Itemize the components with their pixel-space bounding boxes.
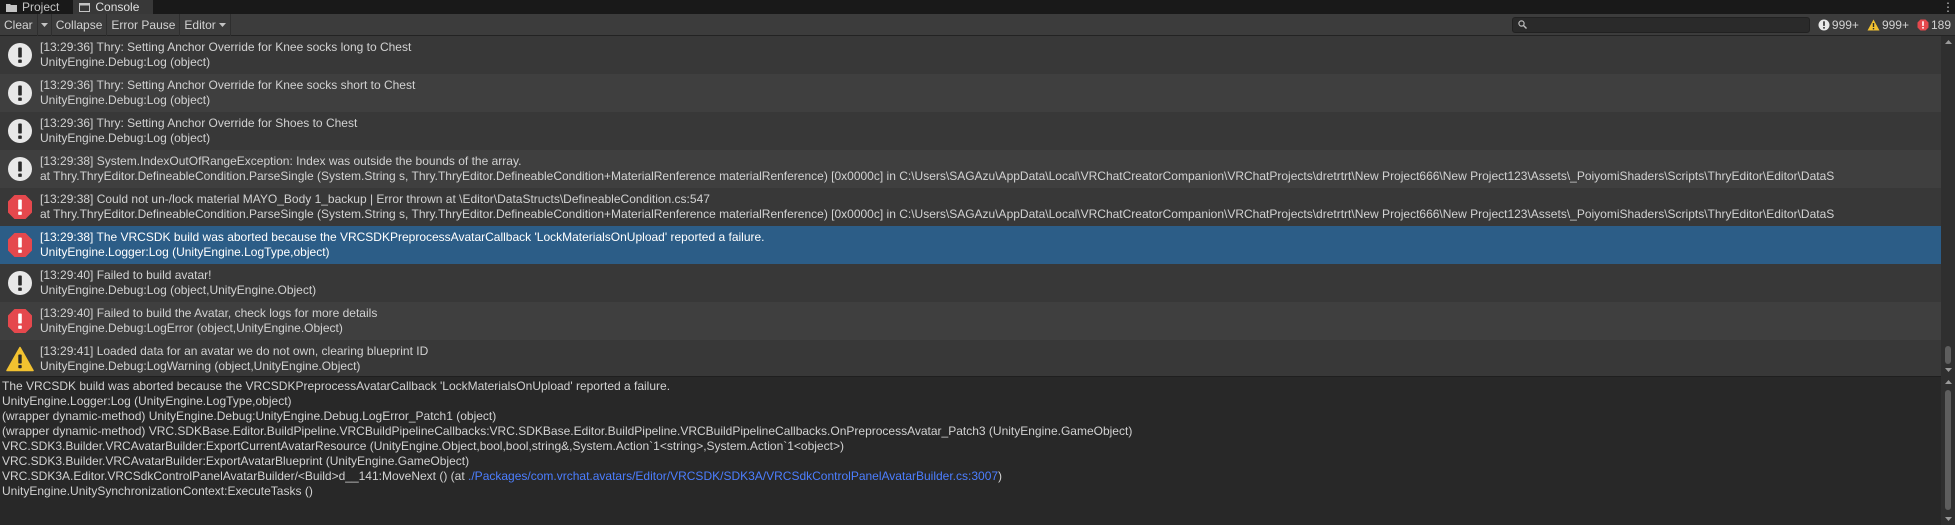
warning-count: 999+ [1881, 17, 1909, 32]
stack-trace-pane: The VRCSDK build was aborted because the… [0, 377, 1941, 525]
log-entry-type-icon [0, 308, 40, 334]
info-icon [8, 81, 32, 105]
trace-line-suffix: ) [998, 469, 1003, 483]
editor-dropdown[interactable]: Editor [180, 13, 231, 36]
info-icon [8, 271, 32, 295]
error-icon [1917, 19, 1929, 30]
log-entry[interactable]: [13:29:40] Failed to build avatar! UnityE… [0, 264, 1941, 302]
stack-trace-scrollbar[interactable] [1941, 376, 1955, 525]
log-entry-source: UnityEngine.Debug:Log (object) [40, 131, 211, 145]
folder-icon [6, 3, 17, 12]
info-icon [8, 157, 32, 181]
log-entry-source: at Thry.ThryEditor.DefineableCondition.P… [40, 169, 1835, 183]
trace-line: (wrapper dynamic-method) VRC.SDKBase.Edi… [2, 424, 1133, 438]
log-entry[interactable]: [13:29:36] Thry: Setting Anchor Override… [0, 112, 1941, 150]
search-icon [1518, 20, 1527, 29]
trace-line: VRC.SDK3.Builder.VRCAvatarBuilder:Export… [2, 439, 844, 453]
trace-line: The VRCSDK build was aborted because the… [2, 379, 671, 393]
info-icon [8, 43, 32, 67]
log-entry-type-icon [0, 156, 40, 182]
scroll-up-icon[interactable] [1941, 36, 1955, 48]
collapse-button[interactable]: Collapse [52, 13, 108, 36]
more-options-icon[interactable]: ⋮ [1941, 0, 1955, 14]
log-entry-type-icon [0, 194, 40, 220]
log-entry[interactable]: [13:29:36] Thry: Setting Anchor Override… [0, 74, 1941, 112]
log-entry-message: [13:29:38] The VRCSDK build was aborted … [40, 230, 765, 244]
log-entry-type-icon [0, 118, 40, 144]
log-entry[interactable]: [13:29:36] Thry: Setting Anchor Override… [0, 36, 1941, 74]
scrollbar-thumb[interactable] [1945, 390, 1951, 510]
search-input[interactable] [1529, 18, 1809, 31]
scroll-up-icon[interactable] [1941, 376, 1955, 388]
log-entry-type-icon [0, 42, 40, 68]
clear-options-dropdown[interactable] [38, 13, 52, 36]
log-entry-message: [13:29:41] Loaded data for an avatar we … [40, 344, 429, 358]
search-field[interactable] [1511, 16, 1810, 33]
log-entry-message: [13:29:40] Failed to build avatar! [40, 268, 212, 282]
error-count-toggle[interactable]: 189 [1913, 14, 1955, 36]
info-count-toggle[interactable]: 999+ [1814, 14, 1863, 36]
log-entry-message: [13:29:38] Could not un-/lock material M… [40, 192, 710, 206]
info-icon [1818, 19, 1830, 30]
trace-line: UnityEngine.Logger:Log (UnityEngine.LogT… [2, 394, 292, 408]
log-entry-source: UnityEngine.Debug:LogWarning (object,Uni… [40, 359, 361, 373]
scroll-down-icon[interactable] [1941, 513, 1955, 525]
error-count: 189 [1930, 17, 1951, 32]
log-entry-message: [13:29:40] Failed to build the Avatar, c… [40, 306, 378, 320]
trace-line: (wrapper dynamic-method) UnityEngine.Deb… [2, 409, 497, 423]
warning-icon [6, 346, 34, 372]
log-entry-source: UnityEngine.Logger:Log (UnityEngine.LogT… [40, 245, 330, 259]
warning-icon [1867, 19, 1880, 30]
log-entry-type-icon [0, 270, 40, 296]
log-entry-source: UnityEngine.Debug:Log (object) [40, 55, 211, 69]
error-icon [8, 309, 32, 333]
editor-dropdown-label: Editor [184, 17, 216, 32]
chevron-down-icon [40, 22, 48, 27]
info-icon [8, 119, 32, 143]
trace-line-with-link: VRC.SDK3A.Editor.VRCSdkControlPanelAvata… [2, 469, 1941, 484]
log-entry-type-icon [0, 346, 40, 372]
log-entry-message: [13:29:36] Thry: Setting Anchor Override… [40, 40, 412, 54]
log-entry-source: UnityEngine.Debug:Log (object) [40, 93, 211, 107]
log-entry[interactable]: [13:29:38] The VRCSDK build was aborted … [0, 226, 1941, 264]
error-icon [8, 195, 32, 219]
chevron-down-icon [218, 22, 226, 27]
trace-line-prefix: VRC.SDK3A.Editor.VRCSdkControlPanelAvata… [2, 469, 469, 483]
log-entry-message: [13:29:36] Thry: Setting Anchor Override… [40, 116, 358, 130]
tab-console[interactable]: Console [73, 0, 154, 14]
source-file-link[interactable]: ./Packages/com.vrchat.avatars/Editor/VRC… [468, 469, 998, 483]
log-entry-message: [13:29:36] Thry: Setting Anchor Override… [40, 78, 416, 92]
error-icon [8, 233, 32, 257]
console-icon [79, 2, 91, 12]
tab-strip: Project Console ⋮ [0, 0, 1955, 14]
log-list-scrollbar[interactable] [1941, 36, 1955, 376]
clear-button[interactable]: Clear [0, 13, 38, 36]
tab-console-label: Console [95, 0, 140, 14]
trace-line: VRC.SDK3.Builder.VRCAvatarBuilder:Export… [2, 454, 470, 468]
error-pause-button[interactable]: Error Pause [107, 13, 181, 36]
log-entry-type-icon [0, 232, 40, 258]
log-list: [13:29:36] Thry: Setting Anchor Override… [0, 36, 1941, 376]
warning-count-toggle[interactable]: 999+ [1863, 14, 1913, 36]
log-entry[interactable]: [13:29:38] Could not un-/lock material M… [0, 188, 1941, 226]
tab-project[interactable]: Project [0, 0, 74, 14]
scroll-down-icon[interactable] [1941, 364, 1955, 376]
log-entry-type-icon [0, 80, 40, 106]
tab-project-label: Project [22, 0, 60, 14]
console-toolbar: Clear Collapse Error Pause Editor 999+ 9… [0, 13, 1955, 36]
info-count: 999+ [1831, 17, 1859, 32]
log-entry[interactable]: [13:29:41] Loaded data for an avatar we … [0, 340, 1941, 376]
log-entry[interactable]: [13:29:40] Failed to build the Avatar, c… [0, 302, 1941, 340]
log-entry-source: at Thry.ThryEditor.DefineableCondition.P… [40, 207, 1835, 221]
log-entry-message: [13:29:38] System.IndexOutOfRangeExcepti… [40, 154, 522, 168]
log-entry-source: UnityEngine.Debug:LogError (object,Unity… [40, 321, 343, 335]
log-entry-source: UnityEngine.Debug:Log (object,UnityEngin… [40, 283, 317, 297]
scrollbar-thumb[interactable] [1945, 346, 1951, 364]
log-entry[interactable]: [13:29:38] System.IndexOutOfRangeExcepti… [0, 150, 1941, 188]
trace-line: UnityEngine.UnitySynchronizationContext:… [2, 484, 313, 498]
